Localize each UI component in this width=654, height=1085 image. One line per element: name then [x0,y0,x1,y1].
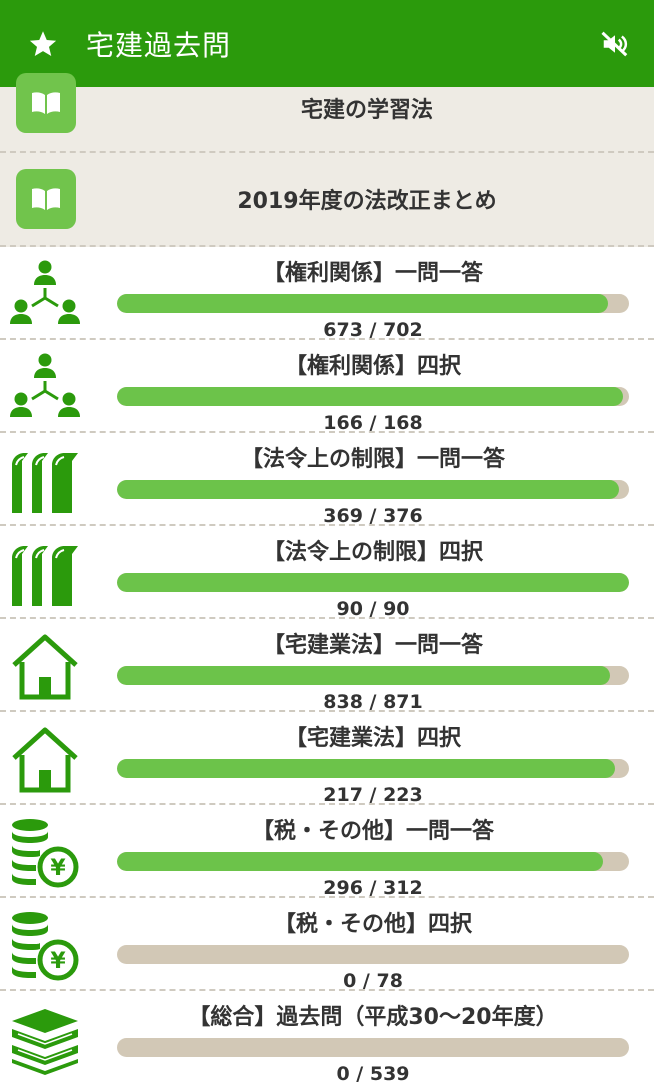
people-network-icon [10,353,80,417]
house-icon [12,634,78,700]
progress-fill [117,294,608,313]
category-item-tax-choice[interactable]: ¥ 【税・その他】四択 0 / 78 [0,898,654,992]
house-icon [12,727,78,793]
progress-count: 0 / 539 [336,1063,410,1085]
category-title: 【税・その他】四択 [273,912,472,937]
progress-count: 673 / 702 [323,319,423,341]
volume-off-icon [601,31,628,56]
svg-text:¥: ¥ [50,856,66,881]
app-bar: 宅建過去問 [0,0,654,87]
favorites-button[interactable] [0,29,86,59]
category-title: 【税・その他】一問一答 [251,819,494,844]
progress-bar [117,573,629,592]
category-item-business-single[interactable]: 【宅建業法】一問一答 838 / 871 [0,619,654,713]
books-icon [12,546,78,606]
guide-label: 2019年度の法改正まとめ [237,189,497,214]
progress-bar [117,294,629,313]
stacked-books-icon [12,1009,78,1075]
progress-fill [117,852,603,871]
category-item-rights-single[interactable]: 【権利関係】一問一答 673 / 702 [0,247,654,341]
progress-fill [117,759,616,778]
progress-bar [117,945,629,964]
category-item-rights-choice[interactable]: 【権利関係】四択 166 / 168 [0,340,654,434]
category-item-regulation-choice[interactable]: 【法令上の制限】四択 90 / 90 [0,526,654,620]
category-title: 【法令上の制限】四択 [262,540,483,565]
mute-button[interactable] [576,29,654,59]
progress-bar [117,759,629,778]
progress-bar [117,666,629,685]
category-title: 【法令上の制限】一問一答 [240,447,505,472]
category-title: 【宅建業法】四択 [284,726,461,751]
star-icon [29,30,57,56]
progress-fill [117,387,623,406]
progress-bar [117,1038,629,1057]
progress-count: 166 / 168 [323,412,423,434]
category-title: 【宅建業法】一問一答 [262,633,483,658]
category-item-regulation-single[interactable]: 【法令上の制限】一問一答 369 / 376 [0,433,654,527]
book-icon [16,73,76,133]
book-icon [16,169,76,229]
guide-item-law-revision[interactable]: 2019年度の法改正まとめ [0,153,654,247]
menu-list: 宅建の学習法 2019年度の法改正まとめ 【権利関係】一問一答 673 / 70… [0,73,654,1085]
coins-yen-icon: ¥ [12,819,79,888]
category-item-tax-single[interactable]: ¥ 【税・その他】一問一答 296 / 312 [0,805,654,899]
category-title: 【権利関係】一問一答 [262,261,483,286]
progress-fill [117,480,620,499]
category-item-comprehensive[interactable]: 【総合】過去問（平成30～20年度） 0 / 539 [0,991,654,1085]
category-title: 【総合】過去問（平成30～20年度） [188,1005,558,1030]
category-title: 【権利関係】四択 [284,354,461,379]
progress-count: 90 / 90 [336,598,410,620]
app-title: 宅建過去問 [86,28,232,62]
progress-bar [117,852,629,871]
svg-text:¥: ¥ [50,949,66,974]
progress-count: 0 / 78 [343,970,403,992]
guide-item-study-method[interactable]: 宅建の学習法 [0,73,654,153]
category-item-business-choice[interactable]: 【宅建業法】四択 217 / 223 [0,712,654,806]
progress-count: 296 / 312 [323,877,423,899]
progress-fill [117,573,629,592]
progress-count: 838 / 871 [323,691,423,713]
progress-count: 217 / 223 [323,784,423,806]
progress-bar [117,387,629,406]
guide-label: 宅建の学習法 [300,98,433,123]
people-network-icon [10,260,80,324]
progress-count: 369 / 376 [323,505,423,527]
books-icon [12,453,78,513]
progress-fill [117,666,610,685]
progress-bar [117,480,629,499]
coins-yen-icon: ¥ [12,912,79,981]
